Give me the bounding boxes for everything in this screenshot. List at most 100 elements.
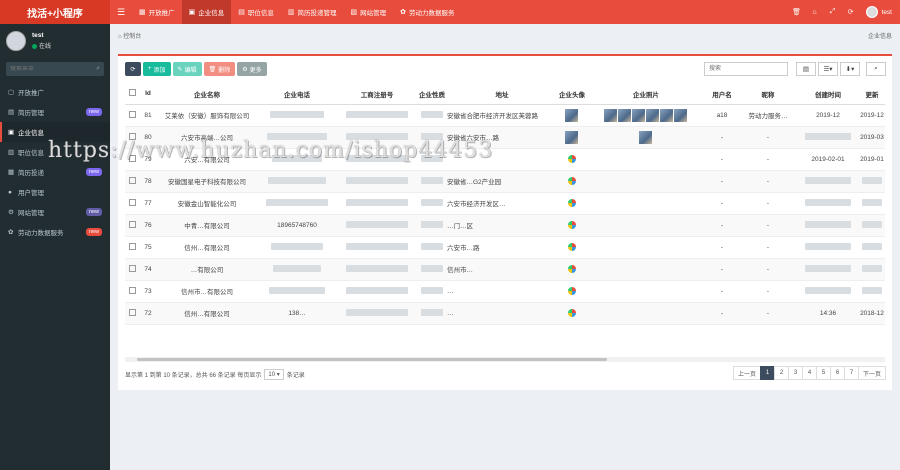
page-number-button[interactable]: 3 xyxy=(787,366,803,380)
sidebar-item[interactable]: ⚙ 网站管理 new xyxy=(0,202,110,222)
company-photo-thumbnail[interactable] xyxy=(639,130,652,144)
table-row[interactable]: 80 六安市高端…公司 安徽省六安市…路 - - 2019-03 xyxy=(125,126,885,149)
sidebar-item[interactable]: ▤ 简历管理 new xyxy=(0,102,110,122)
checkbox[interactable] xyxy=(128,110,136,118)
home-icon[interactable]: ⌂ xyxy=(806,9,824,16)
checkbox[interactable] xyxy=(128,242,136,250)
table-row[interactable]: 76 中青…有限公司 18965748760 …门…区 - - xyxy=(125,214,885,237)
more-button[interactable]: ⚙ 更多 xyxy=(237,62,267,76)
column-header[interactable]: 地址 xyxy=(447,84,557,105)
checkbox[interactable] xyxy=(128,286,136,294)
page-size-select[interactable]: 10 ▾ xyxy=(264,369,284,380)
checkbox[interactable] xyxy=(128,220,136,228)
refresh-button[interactable]: ⟳ xyxy=(125,62,141,76)
top-nav-item[interactable]: ▥ 简历投递管理 xyxy=(281,0,344,24)
common-search-button[interactable]: ⌕ xyxy=(866,62,886,76)
column-header[interactable]: 企业头像 xyxy=(557,84,587,105)
column-header[interactable]: Id xyxy=(139,84,157,105)
company-avatar-image[interactable] xyxy=(565,130,578,144)
company-avatar-icon[interactable] xyxy=(568,221,576,229)
column-header[interactable]: 企业名称 xyxy=(157,84,257,105)
table-row[interactable]: 73 信州市…有限公司 … - - xyxy=(125,280,885,303)
company-avatar-image[interactable] xyxy=(565,108,578,122)
prev-page-button[interactable]: 上一页 xyxy=(732,366,761,380)
column-header[interactable]: 企业电话 xyxy=(257,84,337,105)
trash-icon[interactable]: 🗑 xyxy=(788,8,806,16)
add-button[interactable]: + 添加 xyxy=(143,62,171,76)
sidebar-item[interactable]: ▢ 开放推广 xyxy=(0,82,110,102)
top-nav-item[interactable]: ▣ 企业信息 xyxy=(181,0,232,24)
checkbox[interactable] xyxy=(128,89,136,97)
table-search-input[interactable] xyxy=(704,62,788,76)
select-all-checkbox[interactable] xyxy=(125,84,139,105)
sidebar-item[interactable]: ▥ 职位信息 xyxy=(0,142,110,162)
menu-toggle-icon[interactable]: ☰ xyxy=(110,0,132,24)
search-icon[interactable]: ⌕ xyxy=(96,65,100,73)
company-avatar-icon[interactable] xyxy=(568,177,576,185)
row-checkbox-cell[interactable] xyxy=(125,280,139,303)
company-photo-thumbnail[interactable] xyxy=(674,108,687,122)
column-header[interactable]: 企业性质 xyxy=(417,84,447,105)
company-avatar-icon[interactable] xyxy=(568,199,576,207)
toggle-view-button[interactable]: ▤ xyxy=(796,62,816,76)
top-nav-item[interactable]: ▦ 开放推广 xyxy=(132,0,182,24)
company-photo-thumbnail[interactable] xyxy=(646,108,659,122)
table-row[interactable]: 77 安徽金山智能化公司 六安市经济开发区… - - xyxy=(125,192,885,215)
avatar[interactable] xyxy=(865,6,878,18)
edit-button[interactable]: ✎ 编辑 xyxy=(172,62,202,76)
table-row[interactable]: 78 安徽国星电子科技有限公司 安徽省…G2产业园 - - xyxy=(125,170,885,193)
breadcrumb[interactable]: ⌂ 控制台 xyxy=(118,31,141,40)
checkbox[interactable] xyxy=(128,176,136,184)
column-header[interactable]: 企业照片 xyxy=(587,84,705,105)
row-checkbox-cell[interactable] xyxy=(125,192,139,215)
fullscreen-icon[interactable]: ⤢ xyxy=(824,8,842,16)
company-avatar-icon[interactable] xyxy=(568,309,576,317)
app-logo[interactable]: 找活+小程序 xyxy=(0,0,110,24)
column-header[interactable]: 昵称 xyxy=(739,84,797,105)
sidebar-search-input[interactable] xyxy=(10,66,97,72)
row-checkbox-cell[interactable] xyxy=(125,214,139,237)
column-header[interactable]: 用户名 xyxy=(705,84,739,105)
company-avatar-icon[interactable] xyxy=(568,155,576,163)
column-header[interactable]: 创建时间 xyxy=(797,84,859,105)
page-number-button[interactable]: 4 xyxy=(801,366,817,380)
table-row[interactable]: 81 艾莱依（安徽）服饰有限公司 安徽省合肥市经济开发区芙蓉路 a18 劳动力服务… 20… xyxy=(125,104,885,127)
company-avatar-icon[interactable] xyxy=(568,265,576,273)
page-number-button[interactable]: 5 xyxy=(815,366,831,380)
page-number-button[interactable]: 2 xyxy=(773,366,789,380)
sidebar-item[interactable]: ● 用户管理 xyxy=(0,182,110,202)
row-checkbox-cell[interactable] xyxy=(125,170,139,193)
horizontal-scrollbar[interactable] xyxy=(125,357,885,362)
top-nav-item[interactable]: ✿ 劳动力数据服务 xyxy=(393,0,461,24)
delete-button[interactable]: 🗑 删除 xyxy=(203,62,236,76)
row-checkbox-cell[interactable] xyxy=(125,148,139,171)
checkbox[interactable] xyxy=(128,198,136,206)
sidebar-item[interactable]: ▣ 企业信息 xyxy=(0,122,110,142)
table-row[interactable]: 74 …有限公司 信州市… - - xyxy=(125,258,885,281)
page-number-button[interactable]: 7 xyxy=(843,366,859,380)
column-header[interactable]: 更新 xyxy=(859,84,885,105)
page-number-button[interactable]: 6 xyxy=(829,366,845,380)
sidebar-item[interactable]: ✿ 劳动力数据服务 new xyxy=(0,222,110,242)
scrollbar-thumb[interactable] xyxy=(137,358,607,361)
columns-button[interactable]: ☰▾ xyxy=(818,62,838,76)
checkbox[interactable] xyxy=(128,264,136,272)
top-nav-item[interactable]: ▧ 网站管理 xyxy=(344,0,394,24)
table-row[interactable]: 79 六安…有限公司 - -2019-02-01 2019-01 xyxy=(125,148,885,171)
column-header[interactable]: 工商注册号 xyxy=(337,84,417,105)
table-row[interactable]: 72 信州…有限公司 138…… - -14:36 2018-12 xyxy=(125,302,885,325)
company-avatar-icon[interactable] xyxy=(568,287,576,295)
next-page-button[interactable]: 下一页 xyxy=(857,366,886,380)
company-avatar-icon[interactable] xyxy=(568,243,576,251)
company-photo-thumbnail[interactable] xyxy=(604,108,617,122)
page-number-button[interactable]: 1 xyxy=(759,366,775,380)
checkbox[interactable] xyxy=(128,308,136,316)
user-name-top[interactable]: test xyxy=(882,9,892,16)
row-checkbox-cell[interactable] xyxy=(125,126,139,149)
refresh-icon[interactable]: ⟳ xyxy=(842,8,860,16)
checkbox[interactable] xyxy=(128,154,136,162)
checkbox[interactable] xyxy=(128,132,136,140)
top-nav-item[interactable]: ▤ 职位信息 xyxy=(231,0,281,24)
company-photo-thumbnail[interactable] xyxy=(660,108,673,122)
row-checkbox-cell[interactable] xyxy=(125,104,139,127)
